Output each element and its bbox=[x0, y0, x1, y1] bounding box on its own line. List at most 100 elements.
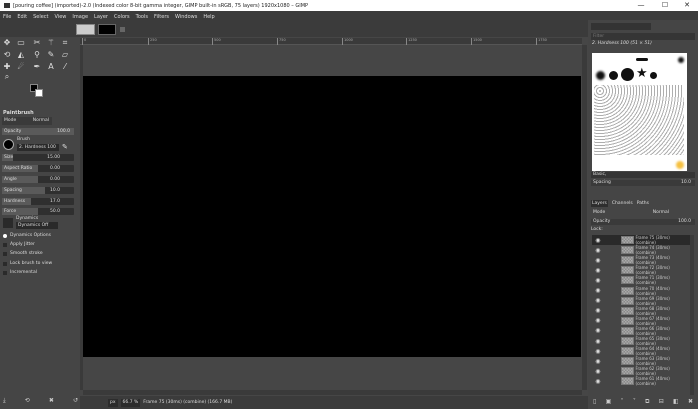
maximize-button[interactable]: ☐ bbox=[654, 0, 676, 11]
layers-scrollbar[interactable] bbox=[690, 235, 694, 395]
heal-tool-icon[interactable]: ✚ bbox=[2, 62, 12, 72]
apply-jitter-checkbox[interactable]: Apply Jitter bbox=[3, 242, 35, 247]
new-layer-icon[interactable]: ▯ bbox=[593, 398, 596, 406]
smudge-tool-icon[interactable]: ☄ bbox=[16, 62, 26, 72]
menu-view[interactable]: View bbox=[55, 14, 67, 20]
edit-brush-icon[interactable]: ✎ bbox=[62, 143, 68, 151]
restore-options-icon[interactable]: ⟲ bbox=[25, 397, 30, 405]
visibility-eye-icon[interactable]: ◉ bbox=[594, 378, 602, 385]
color-picker-icon[interactable]: ⁄ bbox=[60, 62, 70, 72]
raise-layer-icon[interactable]: ˄ bbox=[621, 398, 624, 406]
menu-colors[interactable]: Colors bbox=[114, 14, 130, 20]
tab-layers[interactable]: Layers bbox=[591, 200, 608, 207]
menu-tools[interactable]: Tools bbox=[136, 14, 148, 20]
mode-select[interactable]: Mode Normal bbox=[2, 117, 52, 125]
horizontal-ruler[interactable]: 0 250 500 750 1000 1250 1500 1750 bbox=[80, 38, 582, 45]
layer-row[interactable]: ◉ Frame 71 (30ms) (combine) bbox=[592, 275, 690, 285]
menu-filters[interactable]: Filters bbox=[154, 14, 169, 20]
visibility-eye-icon[interactable]: ◉ bbox=[594, 237, 602, 244]
visibility-eye-icon[interactable]: ◉ bbox=[594, 358, 602, 365]
free-select-icon[interactable]: ✂ bbox=[32, 38, 42, 48]
visibility-eye-icon[interactable]: ◉ bbox=[594, 327, 602, 334]
layer-row[interactable]: ◉ Frame 62 (30ms) (combine) bbox=[592, 366, 690, 376]
layer-row[interactable]: ◉ Frame 72 (30ms) (combine) bbox=[592, 265, 690, 275]
layer-row[interactable]: ◉ Frame 73 (40ms) (combine) bbox=[592, 255, 690, 265]
fuzzy-select-icon[interactable]: ⚚ bbox=[46, 38, 56, 48]
hardness-slider[interactable]: Hardness 17.0 bbox=[2, 198, 74, 205]
layer-row[interactable]: ◉ Frame 66 (30ms) (combine) bbox=[592, 326, 690, 336]
size-slider[interactable]: Size 15.00 bbox=[2, 154, 74, 161]
new-group-icon[interactable]: ▣ bbox=[606, 398, 612, 406]
mask-icon[interactable]: ◧ bbox=[673, 398, 679, 406]
dynamics-options-expander[interactable]: Dynamics Options bbox=[3, 233, 51, 238]
image-tab-coffee[interactable] bbox=[76, 24, 95, 35]
visibility-eye-icon[interactable]: ◉ bbox=[594, 348, 602, 355]
brushes-dock-tabs[interactable] bbox=[591, 23, 651, 30]
visibility-eye-icon[interactable]: ◉ bbox=[594, 297, 602, 304]
menu-image[interactable]: Image bbox=[72, 14, 88, 20]
text-tool-icon[interactable]: A bbox=[46, 62, 56, 72]
zoom-tool-icon[interactable]: ⌕ bbox=[2, 72, 12, 82]
brush-preset-select[interactable]: Basic, bbox=[591, 172, 695, 178]
menu-help[interactable]: Help bbox=[203, 14, 214, 20]
layer-row[interactable]: ◉ Frame 75 (30ms) (combine) bbox=[592, 235, 690, 245]
warp-tool-icon[interactable]: ◭ bbox=[16, 50, 26, 60]
delete-options-icon[interactable]: ✖ bbox=[49, 397, 54, 405]
layer-opacity-slider[interactable]: Opacity 100.0 bbox=[591, 219, 695, 225]
reset-options-icon[interactable]: ↺ bbox=[73, 397, 78, 405]
lock-brush-checkbox[interactable]: Lock brush to view bbox=[3, 261, 52, 266]
minimize-button[interactable]: — bbox=[630, 0, 652, 11]
tab-channels[interactable]: Channels bbox=[612, 200, 633, 207]
visibility-eye-icon[interactable]: ◉ bbox=[594, 287, 602, 294]
duplicate-layer-icon[interactable]: ⧉ bbox=[645, 398, 649, 406]
clone-tool-icon[interactable]: ⚲ bbox=[32, 50, 42, 60]
menu-layer[interactable]: Layer bbox=[94, 14, 108, 20]
move-tool-icon[interactable]: ✥ bbox=[2, 38, 12, 48]
menu-windows[interactable]: Windows bbox=[175, 14, 197, 20]
layer-row[interactable]: ◉ Frame 64 (40ms) (combine) bbox=[592, 346, 690, 356]
layer-row[interactable]: ◉ Frame 67 (40ms) (combine) bbox=[592, 316, 690, 326]
force-slider[interactable]: Force 50.0 bbox=[2, 208, 74, 215]
vertical-scrollbar[interactable] bbox=[582, 45, 587, 390]
opacity-slider[interactable]: Opacity 100.0 bbox=[2, 128, 74, 135]
layer-row[interactable]: ◉ Frame 68 (30ms) (combine) bbox=[592, 306, 690, 316]
tab-paths[interactable]: Paths bbox=[637, 200, 649, 207]
angle-slider[interactable]: Angle 0.00 bbox=[2, 176, 74, 183]
menu-file[interactable]: File bbox=[3, 14, 11, 20]
layer-mode-select[interactable]: Mode Normal bbox=[591, 209, 675, 217]
visibility-eye-icon[interactable]: ◉ bbox=[594, 338, 602, 345]
save-options-icon[interactable]: ⤓ bbox=[3, 397, 6, 405]
close-button[interactable]: ✕ bbox=[676, 0, 698, 11]
image-tab-black[interactable] bbox=[98, 24, 116, 35]
layer-row[interactable]: ◉ Frame 63 (30ms) (combine) bbox=[592, 356, 690, 366]
dynamics-icon[interactable] bbox=[3, 218, 13, 228]
lower-layer-icon[interactable]: ˅ bbox=[633, 398, 636, 406]
smooth-stroke-checkbox[interactable]: Smooth stroke bbox=[3, 251, 43, 256]
crop-tool-icon[interactable]: ⌗ bbox=[60, 38, 70, 48]
visibility-eye-icon[interactable]: ◉ bbox=[594, 317, 602, 324]
layer-row[interactable]: ◉ Frame 69 (30ms) (combine) bbox=[592, 296, 690, 306]
spacing-slider[interactable]: Spacing 10.0 bbox=[2, 187, 74, 194]
incremental-checkbox[interactable]: Incremental bbox=[3, 270, 37, 275]
brush-preview[interactable] bbox=[3, 139, 14, 150]
visibility-eye-icon[interactable]: ◉ bbox=[594, 307, 602, 314]
brush-filter-input[interactable]: Filter bbox=[591, 33, 695, 40]
visibility-eye-icon[interactable]: ◉ bbox=[594, 257, 602, 264]
horizontal-scrollbar[interactable] bbox=[83, 390, 582, 395]
visibility-eye-icon[interactable]: ◉ bbox=[594, 277, 602, 284]
layer-row[interactable]: ◉ Frame 65 (30ms) (combine) bbox=[592, 336, 690, 346]
zoom-select[interactable]: 66.7 % bbox=[120, 398, 141, 407]
path-tool-icon[interactable]: ✒ bbox=[32, 62, 42, 72]
image-canvas[interactable] bbox=[83, 76, 581, 357]
brush-spacing-slider[interactable]: Spacing 10.0 bbox=[591, 180, 695, 186]
visibility-eye-icon[interactable]: ◉ bbox=[594, 247, 602, 254]
brush-name-field[interactable]: 2. Hardness 100 bbox=[17, 144, 59, 151]
tab-close-icon[interactable] bbox=[120, 27, 125, 32]
transform-tool-icon[interactable]: ⟲ bbox=[2, 50, 12, 60]
dynamics-field[interactable]: Dynamics Off bbox=[16, 222, 58, 229]
eraser-tool-icon[interactable]: ▱ bbox=[60, 50, 70, 60]
visibility-eye-icon[interactable]: ◉ bbox=[594, 267, 602, 274]
background-color[interactable] bbox=[35, 89, 43, 97]
layer-row[interactable]: ◉ Frame 70 (40ms) (combine) bbox=[592, 286, 690, 296]
layer-row[interactable]: ◉ Frame 61 (40ms) (combine) bbox=[592, 376, 690, 386]
